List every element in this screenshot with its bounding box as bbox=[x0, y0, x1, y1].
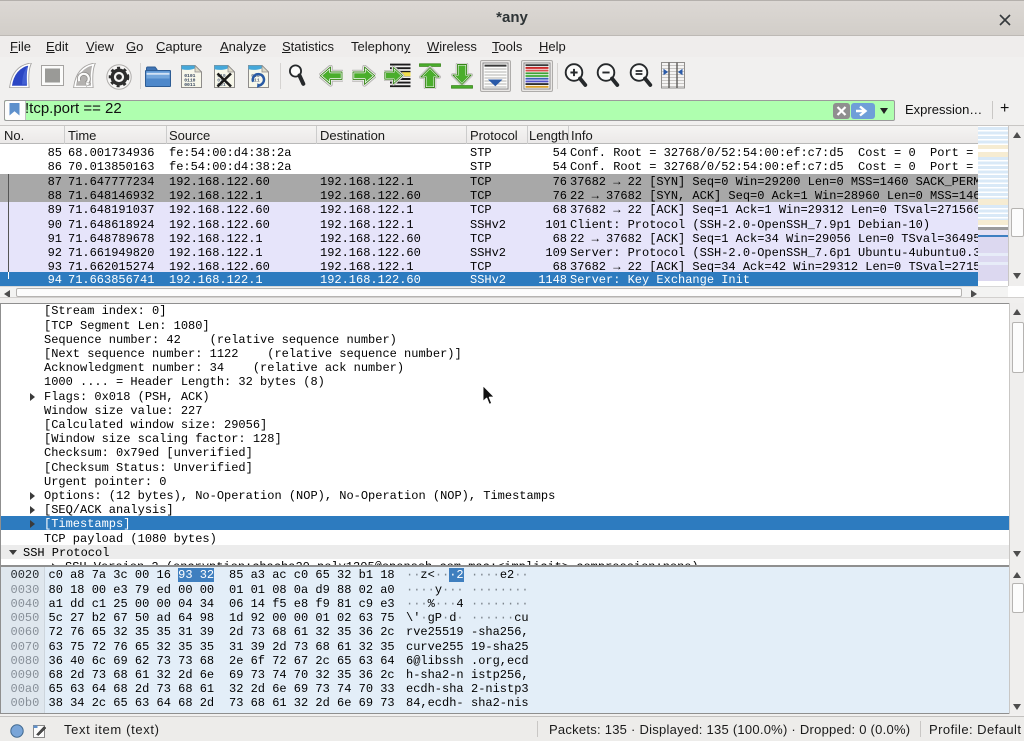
svg-text:0011: 0011 bbox=[184, 82, 195, 88]
